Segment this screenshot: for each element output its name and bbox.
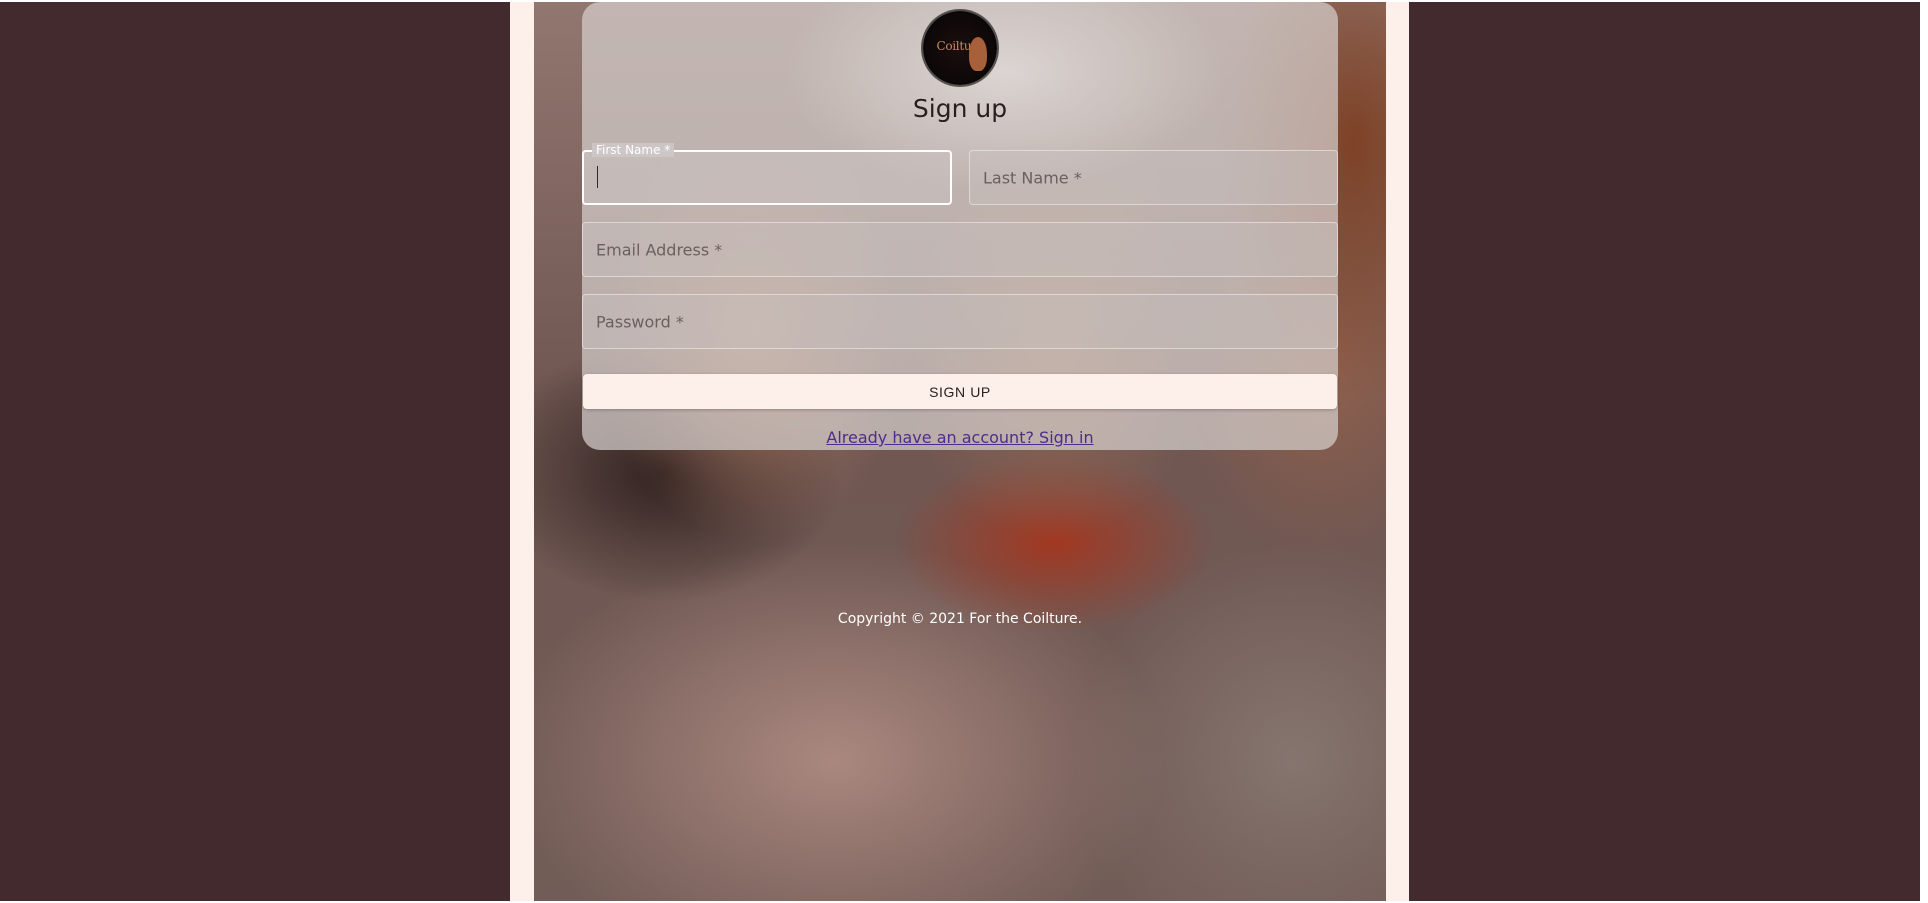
password-placeholder: Password * [596, 312, 684, 331]
brand-logo: Coilture [923, 11, 997, 85]
woman-silhouette-icon [969, 37, 987, 71]
email-field[interactable]: Email Address * [582, 222, 1338, 277]
sign-in-link[interactable]: Already have an account? Sign in [582, 428, 1338, 447]
copyright-text: Copyright © 2021 For the Coilture. [837, 611, 1083, 627]
last-name-field[interactable]: Last Name * [969, 150, 1338, 205]
password-field[interactable]: Password * [582, 294, 1338, 349]
page-title: Sign up [912, 94, 1008, 123]
email-placeholder: Email Address * [596, 240, 723, 259]
sign-up-button[interactable]: SIGN UP [583, 374, 1337, 409]
text-cursor [597, 166, 598, 188]
first-name-field[interactable]: First Name * [582, 143, 952, 205]
first-name-label: First Name * [592, 143, 675, 157]
last-name-placeholder: Last Name * [983, 168, 1082, 187]
